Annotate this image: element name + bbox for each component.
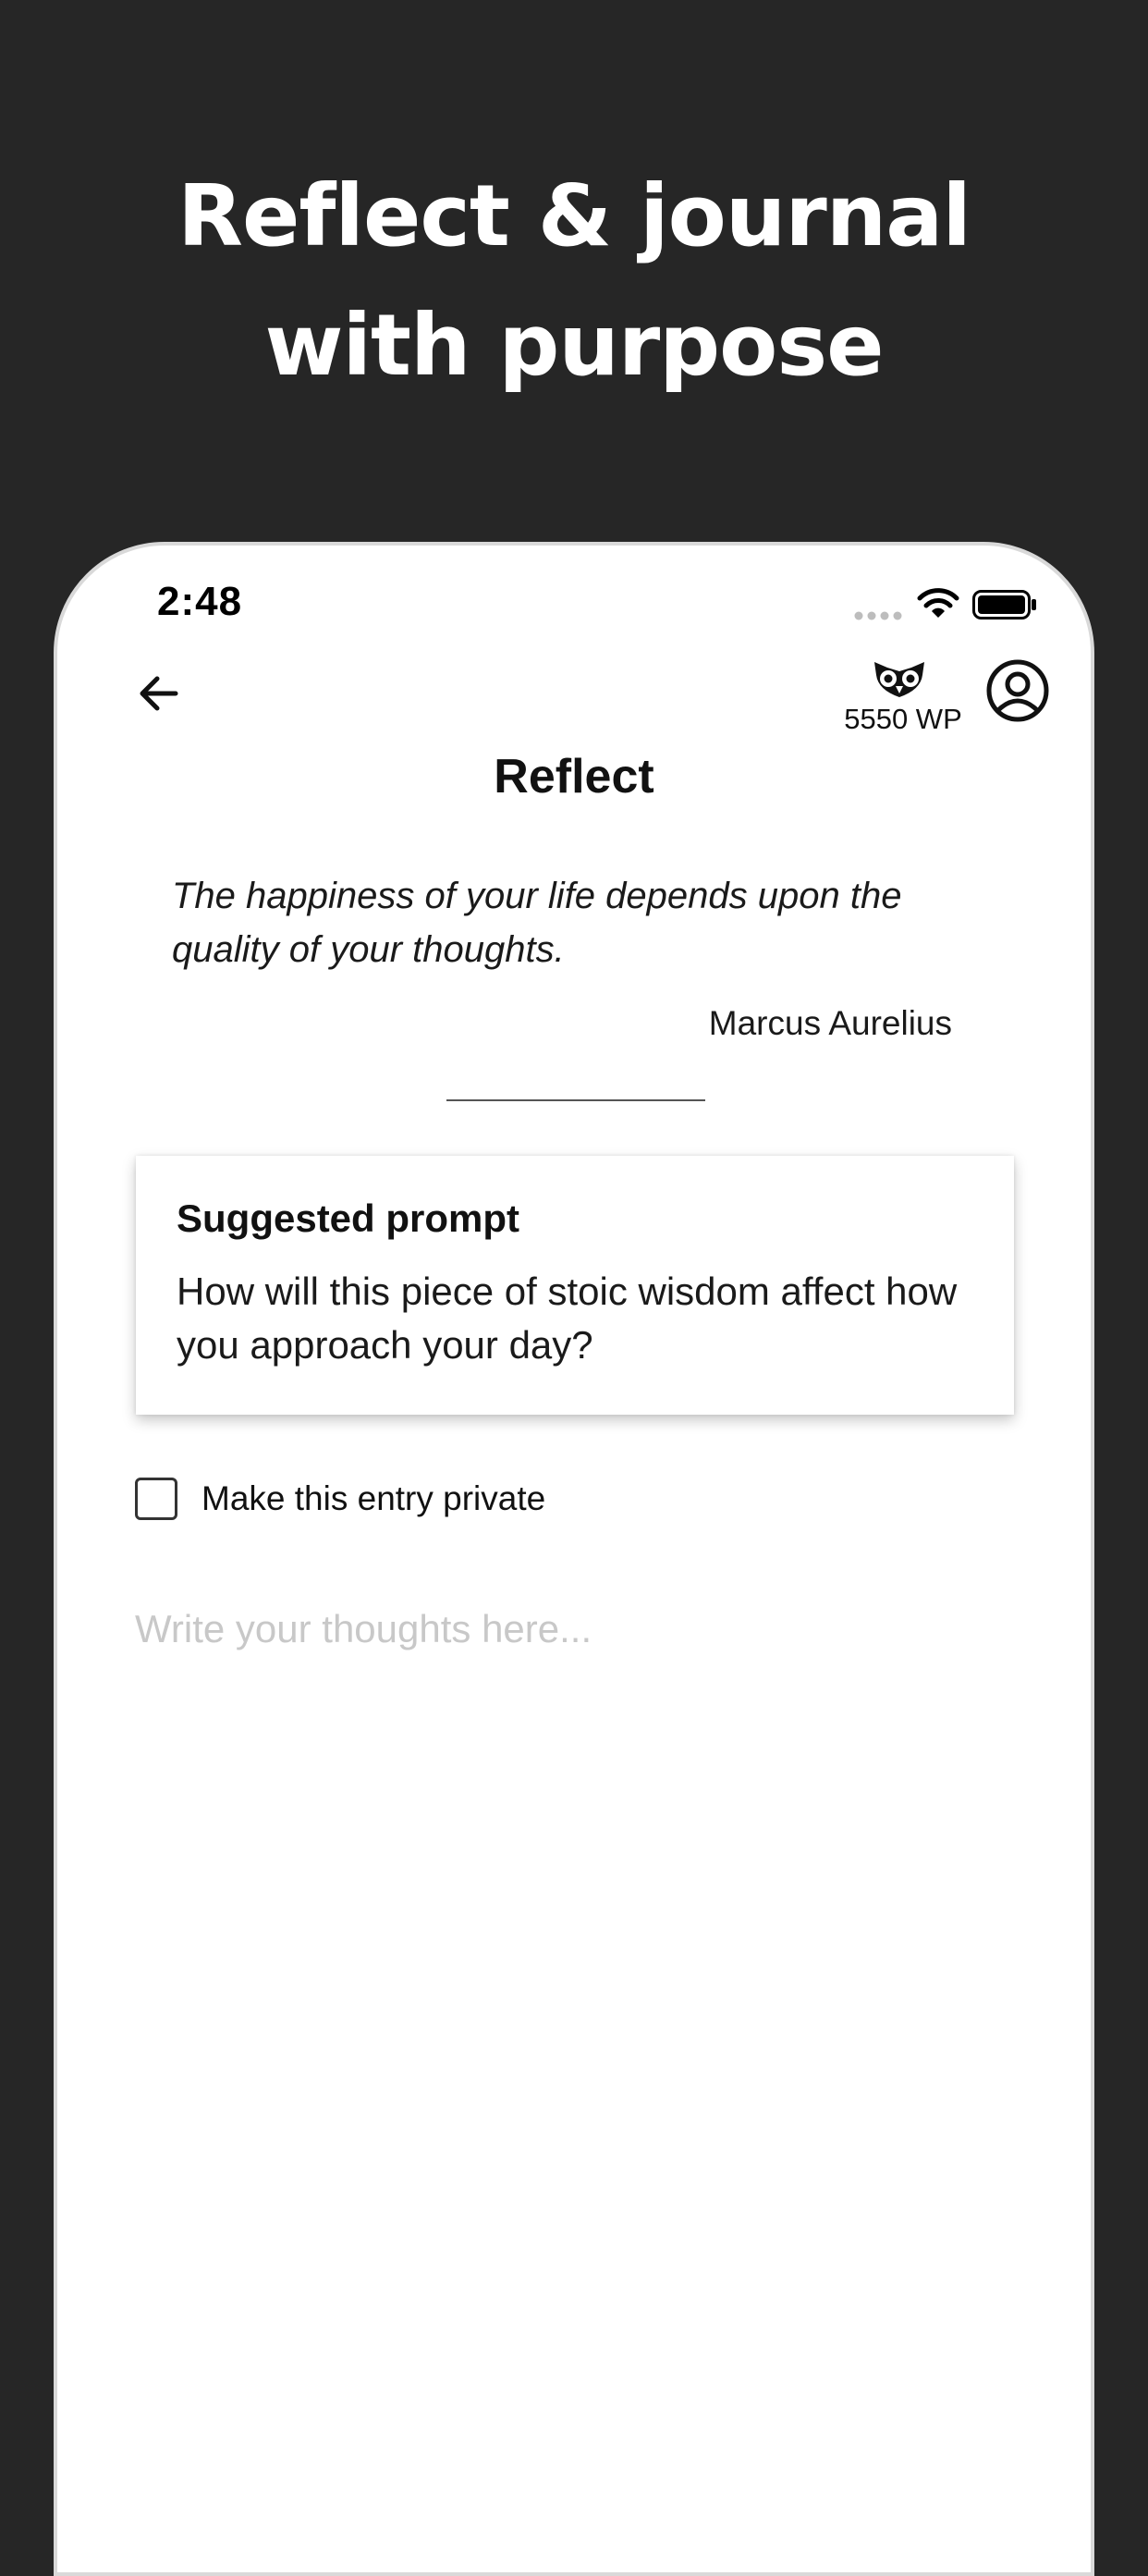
private-entry-checkbox[interactable] [135,1478,177,1520]
divider [446,1099,705,1101]
prompt-title: Suggested prompt [177,1196,520,1240]
promo-headline-line-1: Reflect & journal [177,166,971,265]
prompt-body: How will this piece of stoic wisdom affe… [177,1270,958,1367]
wifi-icon [917,588,959,618]
profile-icon[interactable] [985,658,1050,723]
battery-icon [972,590,1036,619]
suggested-prompt-card: Suggested prompt How will this piece of … [136,1156,1014,1415]
promo-headline-line-2: with purpose [264,296,885,395]
cellular-signal-icon [854,611,902,620]
private-entry-label[interactable]: Make this entry private [202,1479,545,1518]
status-time: 2:48 [157,579,243,624]
wisdom-points-count: 5550 WP [844,703,962,735]
quote-text: The happiness of your life depends upon … [172,876,902,970]
phone-screen: 2:48 5550 WP Reflect The happiness of yo… [54,542,1094,2576]
owl-icon [874,662,924,697]
quote-author: Marcus Aurelius [708,1004,952,1042]
page-title: Reflect [494,750,654,803]
journal-entry-input[interactable] [135,1607,1013,2439]
back-arrow-button[interactable] [131,666,187,721]
